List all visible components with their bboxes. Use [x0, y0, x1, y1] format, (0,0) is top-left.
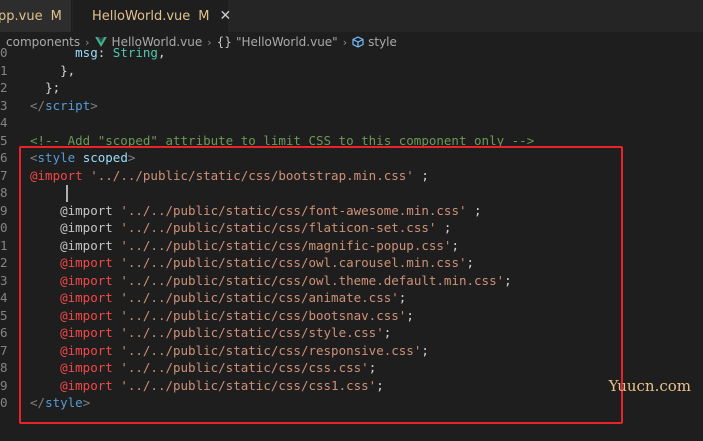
line-number: 6 [0, 150, 8, 165]
code-line: 2 }; [0, 79, 703, 97]
code-token: : [97, 45, 113, 60]
code-token: String [112, 45, 158, 60]
line-number: 7 [0, 342, 8, 358]
code-token: }; [45, 80, 61, 95]
code-token: </ [30, 97, 46, 113]
line-number: 9 [0, 377, 8, 393]
code-token: script [45, 97, 91, 113]
tab-label: HelloWorld.vue [92, 8, 191, 24]
tab-label: pp.vue [0, 8, 43, 24]
tab-helloworld-vue[interactable]: HelloWorld.vue M ✕ [73, 0, 231, 32]
tab-app-vue[interactable]: pp.vue M [0, 0, 72, 32]
editor-window: pp.vue M HelloWorld.vue M ✕ components ›… [0, 0, 703, 441]
code-text: }; [30, 79, 60, 97]
line-number: 8 [0, 185, 8, 200]
line-number: 2 [0, 80, 8, 95]
code-line: 3 </script> [0, 97, 703, 115]
code-text: msg: String, [30, 44, 165, 62]
code-token: msg [75, 45, 98, 60]
modified-badge: M [198, 8, 210, 24]
line-number: 0 [0, 395, 8, 410]
line-number: 3 [0, 97, 8, 113]
line-number: 9 [0, 202, 8, 218]
tab-bar: pp.vue M HelloWorld.vue M ✕ [0, 0, 703, 32]
line-number: 6 [0, 325, 8, 340]
line-number: 3 [0, 272, 8, 288]
line-number: 7 [0, 167, 8, 183]
code-line: 0 msg: String, [0, 44, 703, 62]
line-number: 1 [0, 237, 8, 253]
modified-badge: M [50, 8, 62, 24]
code-line: 4 [0, 114, 703, 132]
line-number: 0 [0, 220, 8, 235]
line-number: 4 [0, 115, 8, 130]
line-number: 2 [0, 255, 8, 270]
line-number: 0 [0, 45, 8, 60]
code-token: , [157, 45, 166, 60]
code-token: }, [60, 62, 76, 78]
close-icon[interactable]: ✕ [220, 8, 232, 24]
line-number: 8 [0, 360, 8, 375]
line-number: 5 [0, 307, 8, 323]
code-line: 1 }, [0, 62, 703, 80]
line-number: 1 [0, 62, 8, 78]
highlight-annotation-box [19, 146, 623, 424]
line-number: 4 [0, 290, 8, 305]
code-text: </script> [30, 97, 98, 115]
line-number: 5 [0, 132, 8, 148]
code-token: > [90, 97, 98, 113]
watermark: Yuucn.com [608, 377, 691, 395]
code-text: }, [30, 62, 75, 80]
